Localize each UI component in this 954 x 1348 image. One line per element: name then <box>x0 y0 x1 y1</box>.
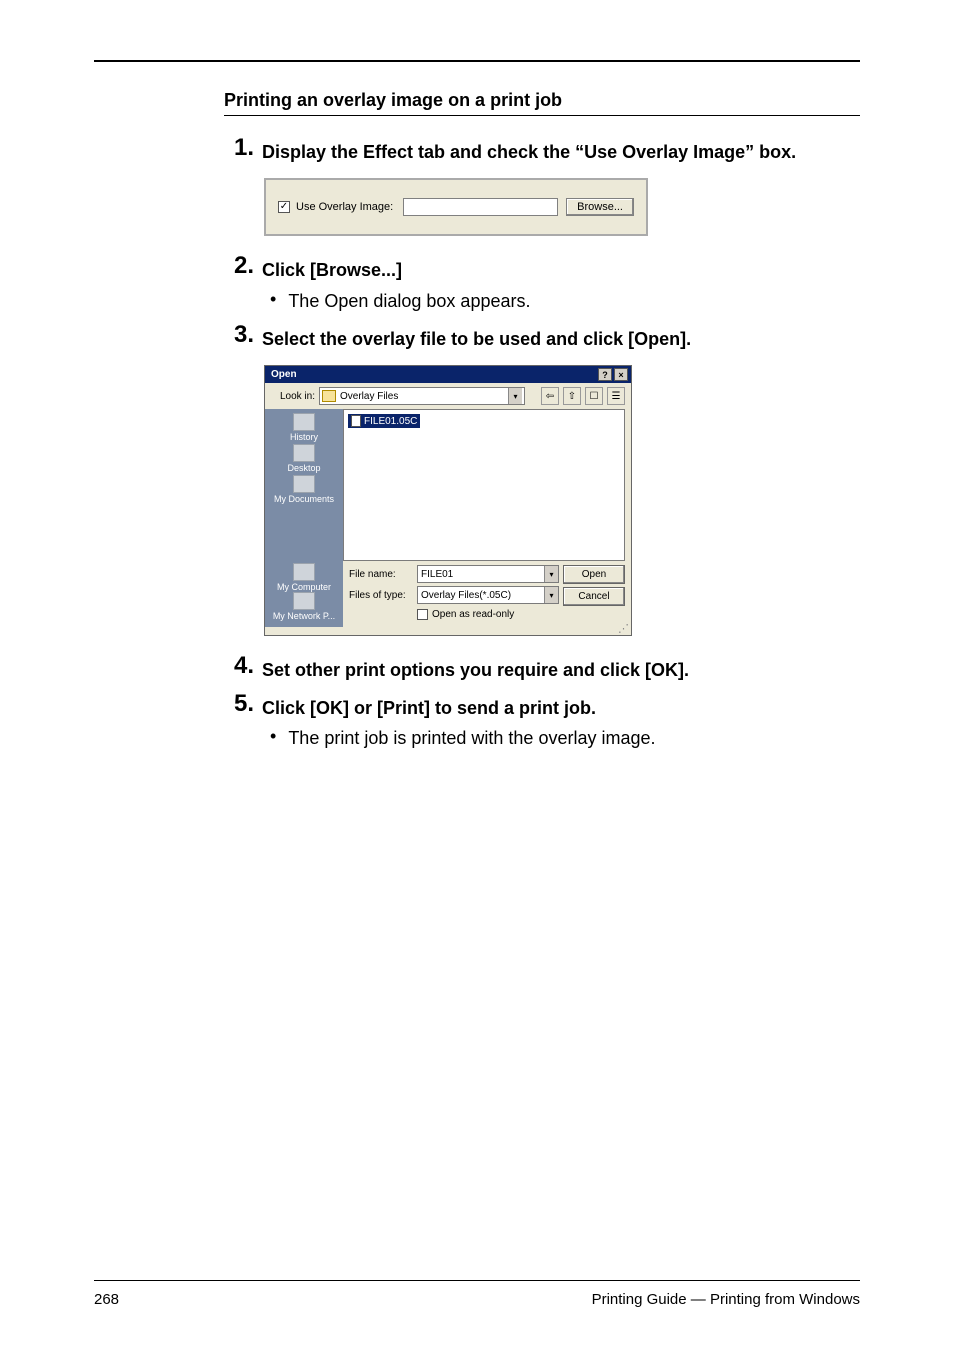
step-number: 1 <box>224 136 254 160</box>
browse-button[interactable]: Browse... <box>566 198 634 216</box>
file-list[interactable]: FILE01.05C <box>343 409 625 561</box>
filename-input[interactable]: FILE01 ▾ <box>417 565 559 583</box>
filename-label: File name: <box>349 569 411 580</box>
dialog-titlebar[interactable]: Open ? × <box>265 366 631 383</box>
step-instruction: Display the Effect tab and check the “Us… <box>262 140 860 164</box>
page-footer: 268 Printing Guide — Printing from Windo… <box>94 1280 860 1308</box>
place-computer[interactable]: My Computer <box>277 563 331 592</box>
page-number: 268 <box>94 1291 119 1308</box>
step-3: 3 Select the overlay file to be used and… <box>224 323 860 351</box>
place-history[interactable]: History <box>290 413 318 442</box>
readonly-label: Open as read-only <box>432 609 514 620</box>
network-icon <box>293 592 315 610</box>
chevron-down-icon[interactable]: ▾ <box>544 587 558 603</box>
computer-icon <box>293 563 315 581</box>
open-button[interactable]: Open <box>563 565 625 584</box>
help-button[interactable]: ? <box>598 368 612 381</box>
step-instruction: Set other print options you require and … <box>262 658 860 682</box>
file-name: FILE01.05C <box>364 416 417 427</box>
view-menu-icon[interactable]: ☰ <box>607 387 625 405</box>
lookin-combo[interactable]: Overlay Files ▾ <box>319 387 525 405</box>
document-icon <box>351 415 361 427</box>
step-number: 2 <box>224 254 254 278</box>
documents-icon <box>293 475 315 493</box>
step-5: 5 Click [OK] or [Print] to send a print … <box>224 692 860 751</box>
place-documents[interactable]: My Documents <box>274 475 334 504</box>
bullet-text: The print job is printed with the overla… <box>288 726 655 750</box>
folder-icon <box>322 390 336 402</box>
new-folder-icon[interactable]: ☐ <box>585 387 603 405</box>
figure-open-dialog: Open ? × Look in: Overlay Files ▾ ⇦ <box>264 365 860 636</box>
history-icon <box>293 413 315 431</box>
use-overlay-checkbox[interactable]: ✓ <box>278 201 290 213</box>
step-number: 5 <box>224 692 254 716</box>
place-desktop[interactable]: Desktop <box>287 444 320 473</box>
step-1: 1 Display the Effect tab and check the “… <box>224 136 860 164</box>
step-4: 4 Set other print options you require an… <box>224 654 860 682</box>
desktop-icon <box>293 444 315 462</box>
step-instruction: Click [OK] or [Print] to send a print jo… <box>262 696 860 720</box>
step-number: 4 <box>224 654 254 678</box>
use-overlay-label: Use Overlay Image: <box>296 201 393 213</box>
bullet-icon: • <box>270 726 276 748</box>
bullet-text: The Open dialog box appears. <box>288 289 530 313</box>
footer-text: Printing Guide — Printing from Windows <box>592 1291 860 1308</box>
step-instruction: Select the overlay file to be used and c… <box>262 327 860 351</box>
figure-overlay-checkbox: ✓ Use Overlay Image: Browse... <box>264 178 860 236</box>
chevron-down-icon[interactable]: ▾ <box>544 566 558 582</box>
filetype-combo[interactable]: Overlay Files(*.05C) ▾ <box>417 586 559 604</box>
readonly-checkbox[interactable] <box>417 609 428 620</box>
dialog-title: Open <box>271 369 297 380</box>
top-rule <box>94 60 860 62</box>
file-item-selected[interactable]: FILE01.05C <box>348 414 420 428</box>
resize-grip-icon[interactable]: ⋰ <box>265 627 631 635</box>
step-2: 2 Click [Browse...] • The Open dialog bo… <box>224 254 860 313</box>
bullet-icon: • <box>270 289 276 311</box>
back-icon[interactable]: ⇦ <box>541 387 559 405</box>
cancel-button[interactable]: Cancel <box>563 587 625 606</box>
close-button[interactable]: × <box>614 368 628 381</box>
section-title: Printing an overlay image on a print job <box>224 90 860 116</box>
filetype-label: Files of type: <box>349 590 411 601</box>
lookin-label: Look in: <box>271 391 315 402</box>
places-bar: History Desktop My Documents <box>265 409 343 561</box>
overlay-path-input[interactable] <box>403 198 558 216</box>
chevron-down-icon[interactable]: ▾ <box>508 388 522 404</box>
step-number: 3 <box>224 323 254 347</box>
step-instruction: Click [Browse...] <box>262 258 860 282</box>
lookin-value: Overlay Files <box>340 391 508 402</box>
up-icon[interactable]: ⇧ <box>563 387 581 405</box>
place-network[interactable]: My Network P... <box>273 592 335 621</box>
